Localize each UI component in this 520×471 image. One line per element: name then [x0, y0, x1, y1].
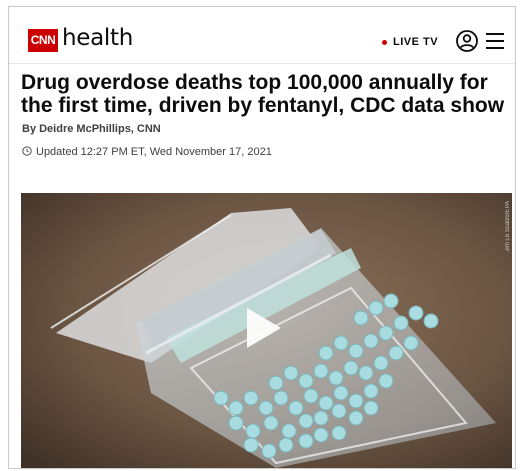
article-headline: Drug overdose deaths top 100,000 annuall…: [21, 71, 505, 117]
menu-icon[interactable]: [486, 33, 504, 49]
video-player[interactable]: Jim Lo Scalzo/EPA: [21, 193, 512, 468]
site-header: CNN health LIVE TV: [9, 7, 515, 64]
timestamp-text: Updated 12:27 PM ET, Wed November 17, 20…: [36, 146, 272, 158]
article-byline: By Deidre McPhillips, CNN: [22, 123, 161, 135]
article-page: CNN health LIVE TV Drug overdose deaths …: [8, 6, 516, 469]
live-tv-label: LIVE TV: [393, 36, 439, 48]
account-icon[interactable]: [456, 30, 478, 52]
cnn-logo[interactable]: CNN: [28, 29, 58, 52]
section-title[interactable]: health: [62, 25, 133, 51]
clock-icon: [22, 146, 32, 156]
live-indicator-icon: [382, 39, 387, 45]
play-icon[interactable]: [235, 303, 285, 353]
live-tv-link[interactable]: LIVE TV: [382, 36, 438, 48]
photo-credit: Jim Lo Scalzo/EPA: [505, 201, 511, 252]
article-timestamp: Updated 12:27 PM ET, Wed November 17, 20…: [22, 143, 322, 162]
